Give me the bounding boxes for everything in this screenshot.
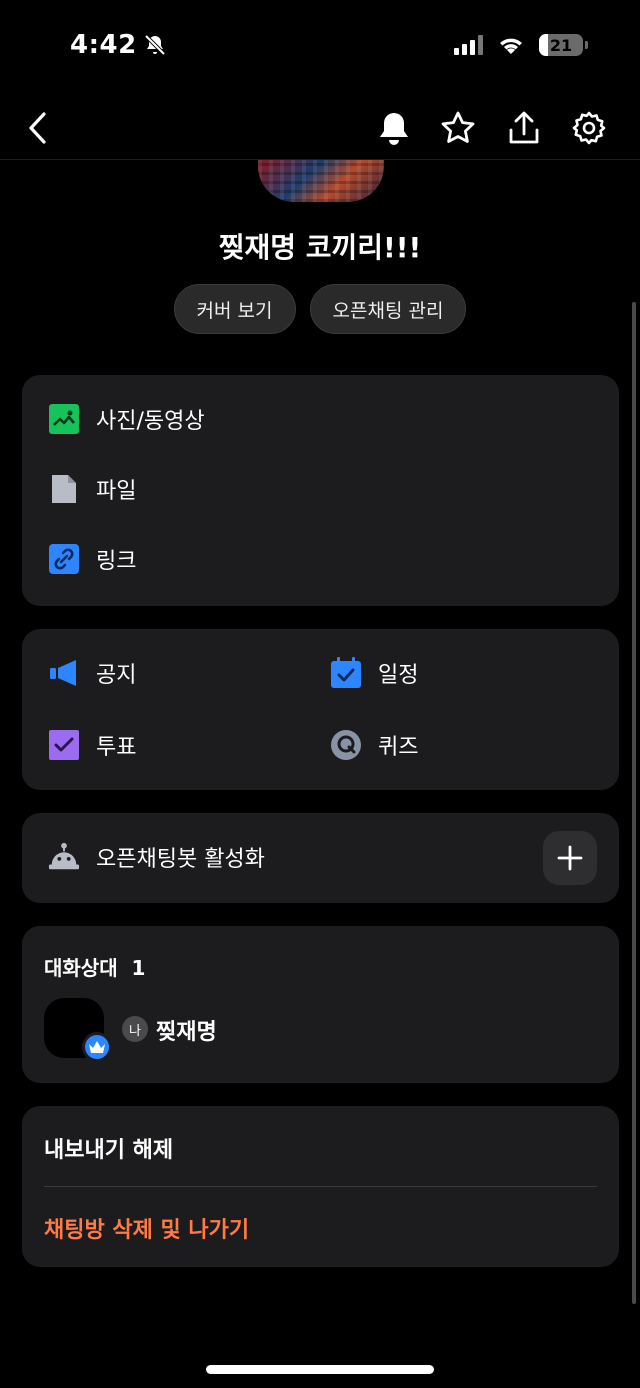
export-toggle-button[interactable]: 내보내기 해제 — [44, 1132, 173, 1164]
gear-icon — [572, 111, 606, 145]
notification-button[interactable] — [370, 104, 418, 152]
top-nav — [0, 96, 640, 160]
star-icon — [441, 111, 475, 143]
members-card: 대화상대 1 나 찢재명 — [22, 926, 619, 1083]
photos-label: 사진/동영상 — [96, 409, 205, 434]
media-card: 사진/동영상 파일 링크 — [22, 375, 619, 606]
share-icon — [509, 111, 539, 144]
me-badge: 나 — [122, 1016, 148, 1042]
tools-card: 공지 일정 투표 퀴즈 — [22, 629, 619, 790]
footer-card: 내보내기 해제 채팅방 삭제 및 나가기 — [22, 1106, 619, 1267]
add-bot-button[interactable] — [543, 831, 597, 885]
menu-item-bot[interactable]: 오픈채팅봇 활성화 — [48, 841, 265, 873]
file-icon — [48, 473, 80, 505]
manage-openchat-button[interactable]: 오픈채팅 관리 — [309, 284, 467, 334]
settings-button[interactable] — [565, 104, 613, 152]
megaphone-icon — [48, 657, 80, 689]
battery-fill — [539, 34, 549, 56]
home-indicator[interactable] — [206, 1365, 434, 1374]
cellular-signal-icon — [454, 35, 483, 55]
wifi-icon — [500, 38, 522, 54]
leave-chatroom-button[interactable]: 채팅방 삭제 및 나가기 — [44, 1212, 249, 1244]
files-label: 파일 — [96, 479, 137, 504]
battery-level: 21 — [549, 35, 573, 55]
robot-icon — [48, 841, 80, 873]
calendar-icon — [330, 657, 362, 689]
photo-icon — [48, 403, 80, 435]
divider — [44, 1186, 597, 1187]
bot-label: 오픈채팅봇 활성화 — [96, 847, 265, 872]
scrollbar[interactable] — [632, 302, 636, 1304]
quiz-label: 퀴즈 — [378, 735, 419, 760]
menu-item-schedule[interactable]: 일정 — [330, 657, 418, 689]
battery-cap — [585, 41, 588, 49]
crown-icon — [82, 1032, 112, 1062]
menu-item-vote[interactable]: 투표 — [48, 729, 136, 761]
members-header: 대화상대 1 — [44, 956, 146, 980]
system-indicators: 21 — [454, 34, 588, 56]
back-button[interactable] — [14, 104, 62, 152]
menu-item-quiz[interactable]: 퀴즈 — [330, 729, 418, 761]
status-time: 4:42 — [70, 30, 167, 60]
favorite-button[interactable] — [434, 104, 482, 152]
notice-label: 공지 — [96, 663, 137, 688]
vote-icon — [48, 729, 80, 761]
menu-item-notice[interactable]: 공지 — [48, 657, 136, 689]
member-name[interactable]: 찢재명 — [156, 1014, 217, 1046]
room-title: 찢재명 코끼리!!! — [218, 231, 422, 264]
time-text: 4:42 — [70, 30, 137, 60]
back-icon — [29, 112, 46, 144]
link-icon — [48, 543, 80, 575]
share-button[interactable] — [500, 104, 548, 152]
vote-label: 투표 — [96, 735, 137, 760]
header-actions: 커버 보기 오픈채팅 관리 — [0, 284, 640, 334]
menu-item-photos[interactable]: 사진/동영상 — [48, 403, 205, 435]
quiz-icon — [330, 729, 362, 761]
links-label: 링크 — [96, 549, 137, 574]
bot-card: 오픈채팅봇 활성화 — [22, 813, 619, 903]
view-cover-button[interactable]: 커버 보기 — [173, 284, 296, 334]
status-bar: 4:42 21 — [0, 0, 640, 96]
plus-icon — [557, 845, 583, 871]
bell-off-icon — [144, 34, 166, 56]
schedule-label: 일정 — [378, 663, 419, 688]
bell-icon — [380, 113, 408, 145]
menu-item-files[interactable]: 파일 — [48, 473, 136, 505]
menu-item-links[interactable]: 링크 — [48, 543, 136, 575]
battery-icon: 21 — [539, 34, 583, 56]
